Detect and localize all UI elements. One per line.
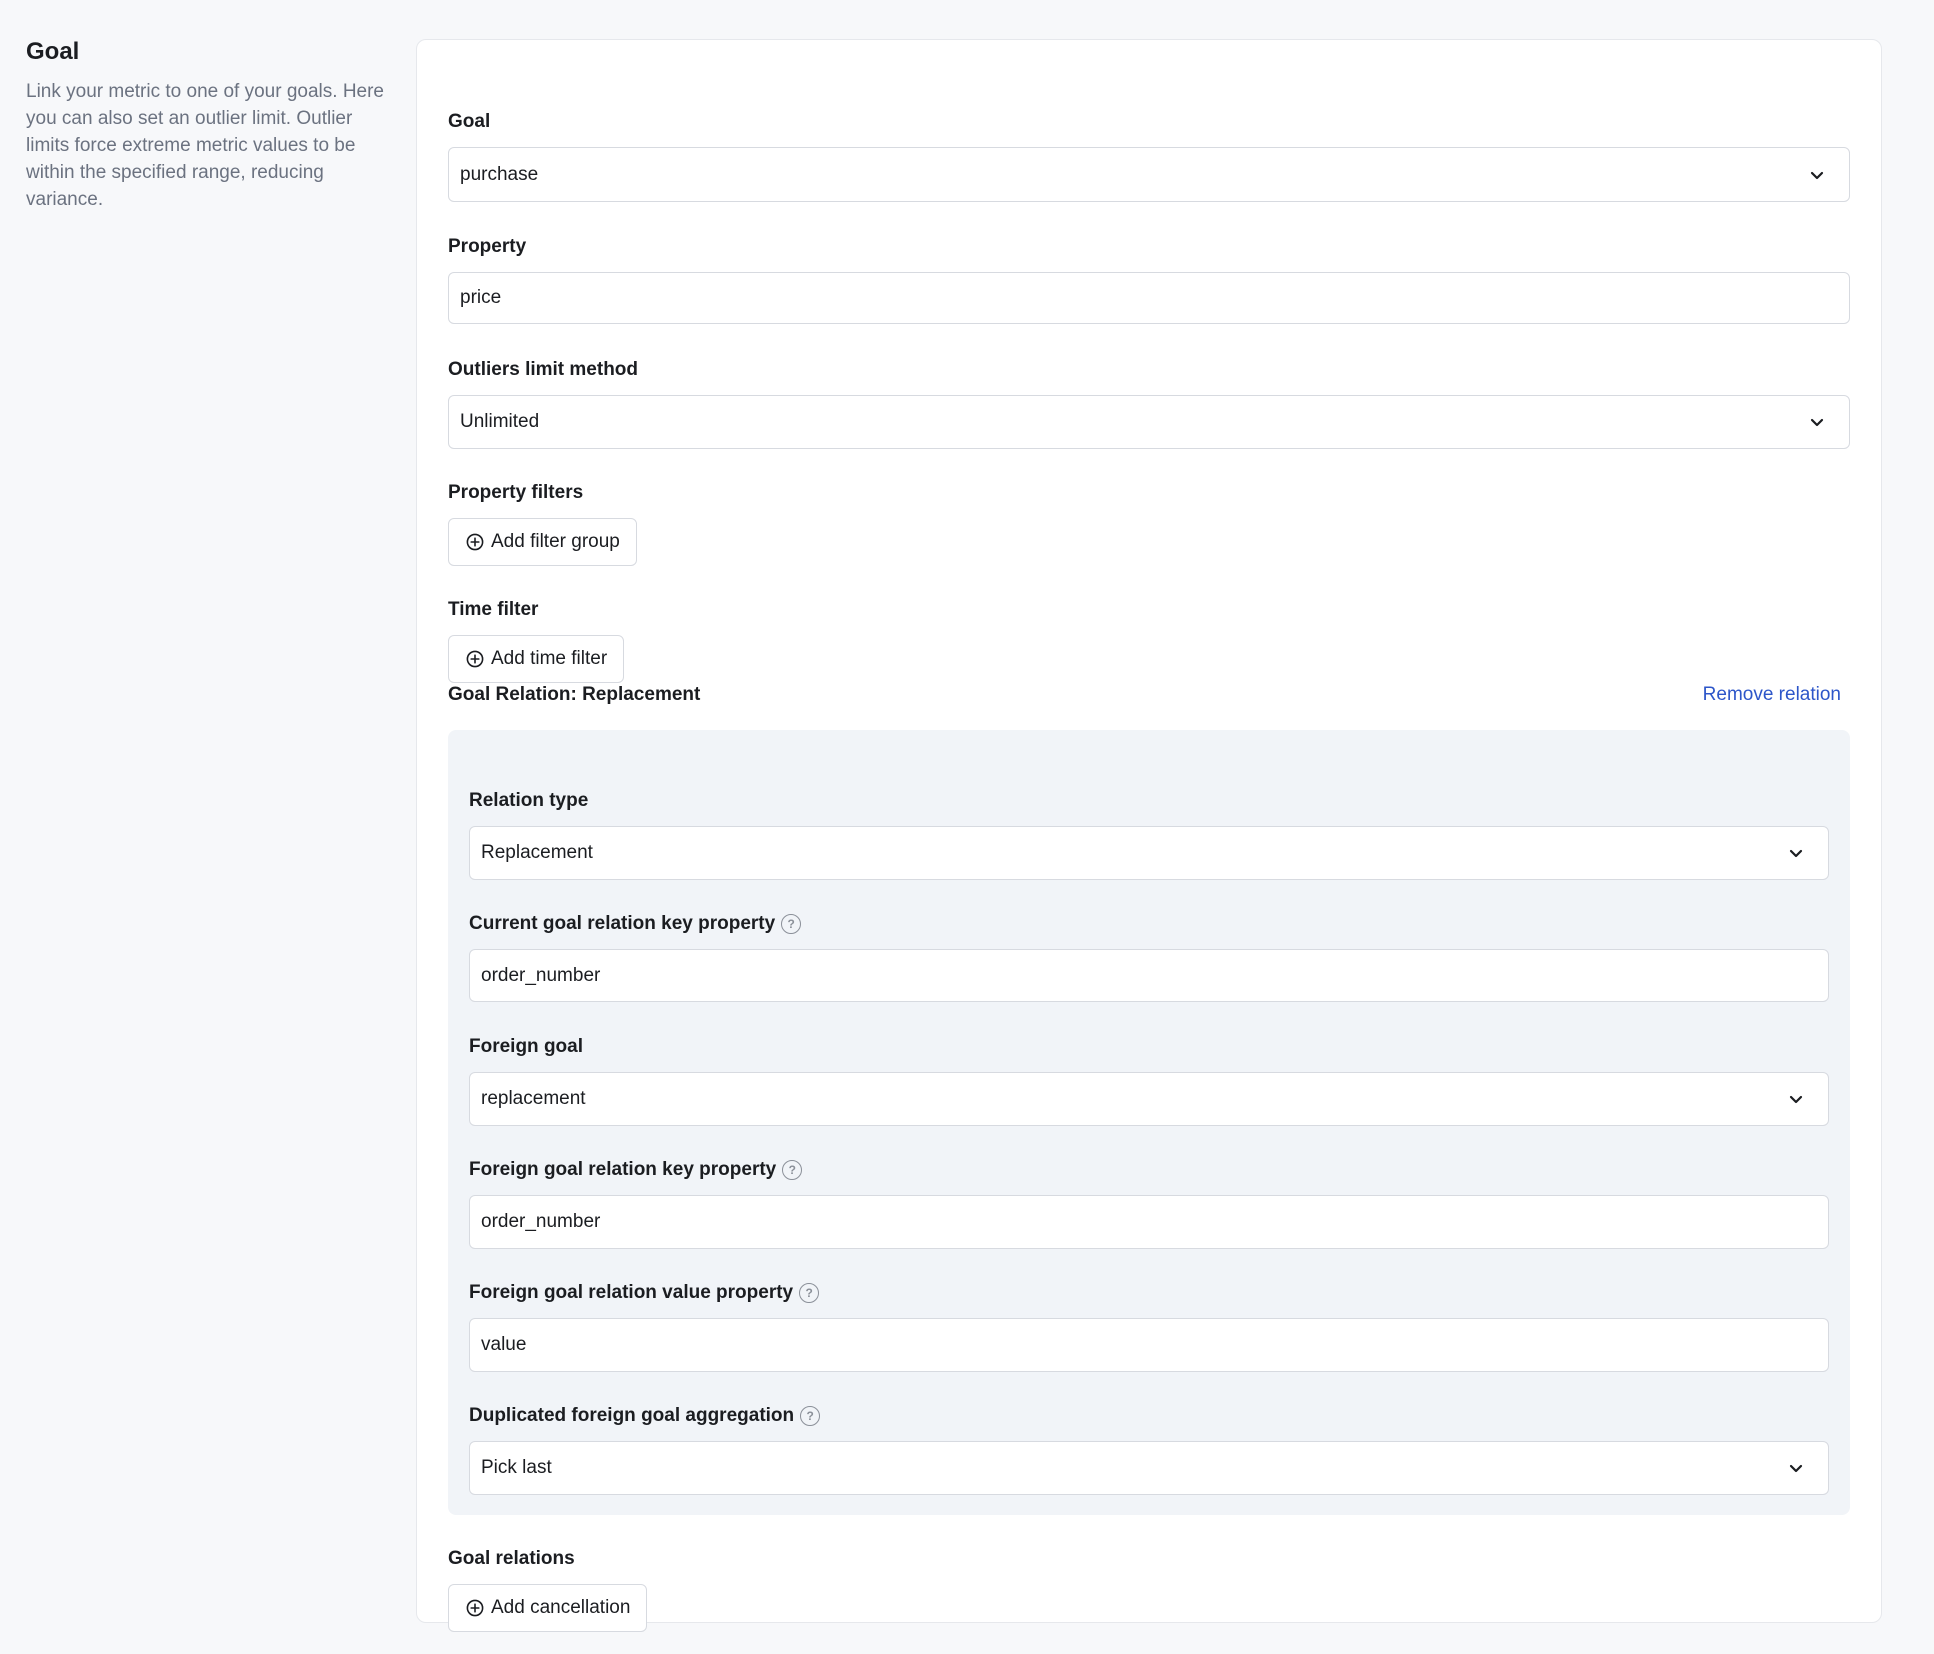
chevron-down-icon [1789, 1095, 1803, 1104]
add-filter-group-button[interactable]: Add filter group [448, 518, 637, 566]
relation-type-value: Replacement [481, 842, 593, 863]
foreign-goal-select[interactable]: replacement [469, 1072, 1829, 1126]
plus-circle-icon [466, 650, 484, 668]
aggregation-label-text: Duplicated foreign goal aggregation [469, 1405, 795, 1426]
foreign-goal-label: Foreign goal [469, 1036, 583, 1057]
goal-relation-panel: Relation type Replacement Current goal r… [448, 730, 1850, 1515]
foreign-value-input[interactable]: value [469, 1318, 1829, 1372]
plus-circle-icon [466, 533, 484, 551]
current-key-value: order_number [481, 964, 601, 986]
foreign-key-value: order_number [481, 1211, 601, 1232]
chevron-down-icon [1810, 171, 1824, 179]
chevron-down-icon [1789, 1464, 1803, 1473]
section-description: Link your metric to one of your goals. H… [26, 81, 385, 210]
goal-relation-title: Goal Relation: Replacement [448, 684, 701, 705]
section-intro: Goal Link your metric to one of your goa… [26, 38, 386, 213]
add-filter-group-label: Add filter group [491, 531, 620, 552]
foreign-goal-value: replacement [481, 1088, 586, 1109]
add-cancellation-label: Add cancellation [491, 1597, 631, 1618]
add-time-filter-button[interactable]: Add time filter [448, 635, 625, 683]
plus-circle-icon [466, 1599, 484, 1617]
property-label: Property [448, 236, 527, 257]
current-key-label: Current goal relation key property ? [469, 913, 802, 935]
section-title: Goal [26, 38, 80, 65]
goal-select[interactable]: purchase [448, 147, 1850, 202]
add-time-filter-label: Add time filter [491, 648, 608, 669]
relation-type-select[interactable]: Replacement [469, 826, 1829, 880]
foreign-key-label-text: Foreign goal relation key property [469, 1159, 777, 1180]
add-cancellation-button[interactable]: Add cancellation [448, 1584, 648, 1632]
outliers-label: Outliers limit method [448, 359, 639, 380]
chevron-down-icon [1789, 849, 1803, 858]
foreign-key-input[interactable]: order_number [469, 1195, 1829, 1249]
goal-select-value: purchase [460, 163, 539, 185]
foreign-key-label: Foreign goal relation key property ? [469, 1159, 803, 1181]
current-key-input[interactable]: order_number [469, 949, 1829, 1002]
help-icon[interactable]: ? [781, 914, 802, 934]
foreign-value-value: value [481, 1334, 527, 1355]
aggregation-label: Duplicated foreign goal aggregation ? [469, 1405, 821, 1427]
property-filters-label: Property filters [448, 482, 584, 503]
goal-relations-label: Goal relations [448, 1548, 575, 1569]
property-input[interactable]: price [448, 272, 1850, 324]
foreign-value-label: Foreign goal relation value property ? [469, 1282, 820, 1304]
foreign-value-label-text: Foreign goal relation value property [469, 1282, 794, 1303]
goal-label: Goal [448, 111, 491, 132]
help-icon[interactable]: ? [782, 1160, 803, 1180]
help-icon[interactable]: ? [799, 1283, 820, 1303]
outliers-select[interactable]: Unlimited [448, 395, 1850, 449]
aggregation-value: Pick last [481, 1457, 552, 1478]
help-icon[interactable]: ? [800, 1406, 821, 1426]
aggregation-select[interactable]: Pick last [469, 1441, 1829, 1495]
relation-type-label: Relation type [469, 790, 589, 811]
goal-settings-card: Goal purchase Property price Outliers li… [416, 39, 1882, 1632]
chevron-down-icon [1810, 418, 1824, 427]
outliers-select-value: Unlimited [460, 411, 540, 432]
time-filter-label: Time filter [448, 599, 539, 620]
current-key-label-text: Current goal relation key property [469, 913, 776, 934]
remove-relation-link[interactable]: Remove relation [1703, 684, 1841, 706]
property-input-value: price [460, 287, 502, 308]
